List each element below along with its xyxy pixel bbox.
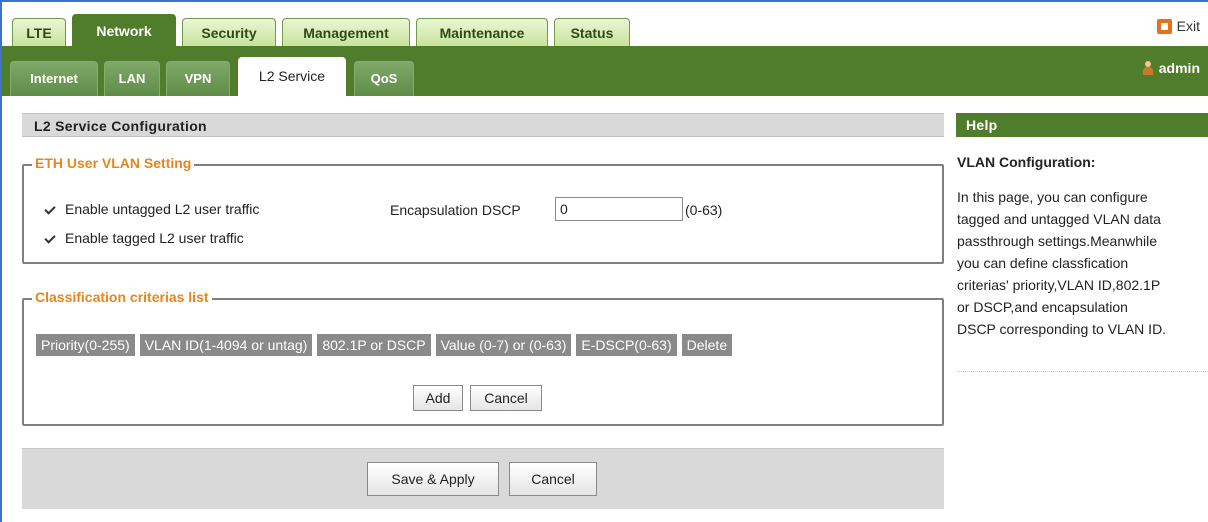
action-bar: Save & Apply Cancel <box>22 448 944 509</box>
help-body: In this page, you can configure tagged a… <box>957 186 1207 340</box>
tagged-traffic-option: Enable tagged L2 user traffic <box>44 230 244 246</box>
eth-vlan-legend: ETH User VLAN Setting <box>32 155 195 171</box>
cancel-button[interactable]: Cancel <box>509 462 597 496</box>
help-divider <box>957 371 1208 372</box>
top-nav-bar: LTE Network Security Management Maintena… <box>2 2 1208 52</box>
user-icon <box>1142 61 1153 75</box>
tab-management[interactable]: Management <box>282 18 410 46</box>
subtab-lan[interactable]: LAN <box>104 61 160 96</box>
untagged-traffic-label: Enable untagged L2 user traffic <box>65 201 260 217</box>
help-line: In this page, you can configure <box>957 189 1148 205</box>
tagged-traffic-label: Enable tagged L2 user traffic <box>65 230 244 246</box>
user-indicator: admin <box>1142 60 1200 76</box>
tab-maintenance[interactable]: Maintenance <box>416 18 548 46</box>
untagged-traffic-option: Enable untagged L2 user traffic <box>44 201 259 217</box>
encapsulation-dscp-range: (0-63) <box>685 202 723 218</box>
sub-nav-bar: Internet LAN VPN L2 Service QoS admin <box>2 52 1208 96</box>
tagged-traffic-checkbox[interactable] <box>44 233 55 244</box>
column-vlan-id: VLAN ID(1-4094 or untag) <box>139 334 313 356</box>
column-e-dscp: E-DSCP(0-63) <box>576 334 677 356</box>
column-delete: Delete <box>681 334 733 356</box>
column-value: Value (0-7) or (0-63) <box>435 334 572 356</box>
column-8021p-or-dscp: 802.1P or DSCP <box>317 334 431 356</box>
classification-legend: Classification criterias list <box>32 289 212 305</box>
column-priority: Priority(0-255) <box>36 334 135 356</box>
section-title: L2 Service Configuration <box>22 113 944 137</box>
cancel-criteria-button[interactable]: Cancel <box>470 385 542 411</box>
help-line: tagged and untagged VLAN data <box>957 211 1161 227</box>
untagged-traffic-checkbox[interactable] <box>44 204 55 215</box>
encapsulation-dscp-label: Encapsulation DSCP <box>390 202 521 218</box>
tab-status[interactable]: Status <box>554 18 630 46</box>
exit-icon <box>1156 18 1172 34</box>
tab-network[interactable]: Network <box>72 14 176 48</box>
classification-table-header: Priority(0-255) VLAN ID(1-4094 or untag)… <box>36 334 733 356</box>
help-line: criterias' priority,VLAN ID,802.1P <box>957 277 1161 293</box>
exit-button[interactable]: Exit <box>1156 18 1200 34</box>
classification-fieldset: Classification criterias list Priority(0… <box>22 289 944 426</box>
help-header: Help <box>956 113 1208 137</box>
subtab-vpn[interactable]: VPN <box>166 61 230 96</box>
add-criteria-button[interactable]: Add <box>413 385 463 411</box>
help-line: passthrough settings.Meanwhile <box>957 233 1158 249</box>
help-line: or DSCP,and encapsulation <box>957 299 1128 315</box>
encapsulation-dscp-input[interactable] <box>555 197 683 221</box>
help-line: DSCP corresponding to VLAN ID. <box>957 321 1167 337</box>
tab-security[interactable]: Security <box>182 18 276 46</box>
save-apply-button[interactable]: Save & Apply <box>367 462 499 496</box>
subtab-qos[interactable]: QoS <box>354 61 414 96</box>
eth-vlan-fieldset: ETH User VLAN Setting Enable untagged L2… <box>22 155 944 264</box>
subtab-l2-service[interactable]: L2 Service <box>238 57 346 96</box>
user-name: admin <box>1158 60 1200 76</box>
subtab-internet[interactable]: Internet <box>10 61 98 96</box>
exit-label: Exit <box>1176 18 1200 34</box>
help-title: VLAN Configuration: <box>957 154 1096 170</box>
tab-lte[interactable]: LTE <box>12 18 66 46</box>
help-line: you can define classfication <box>957 255 1129 271</box>
